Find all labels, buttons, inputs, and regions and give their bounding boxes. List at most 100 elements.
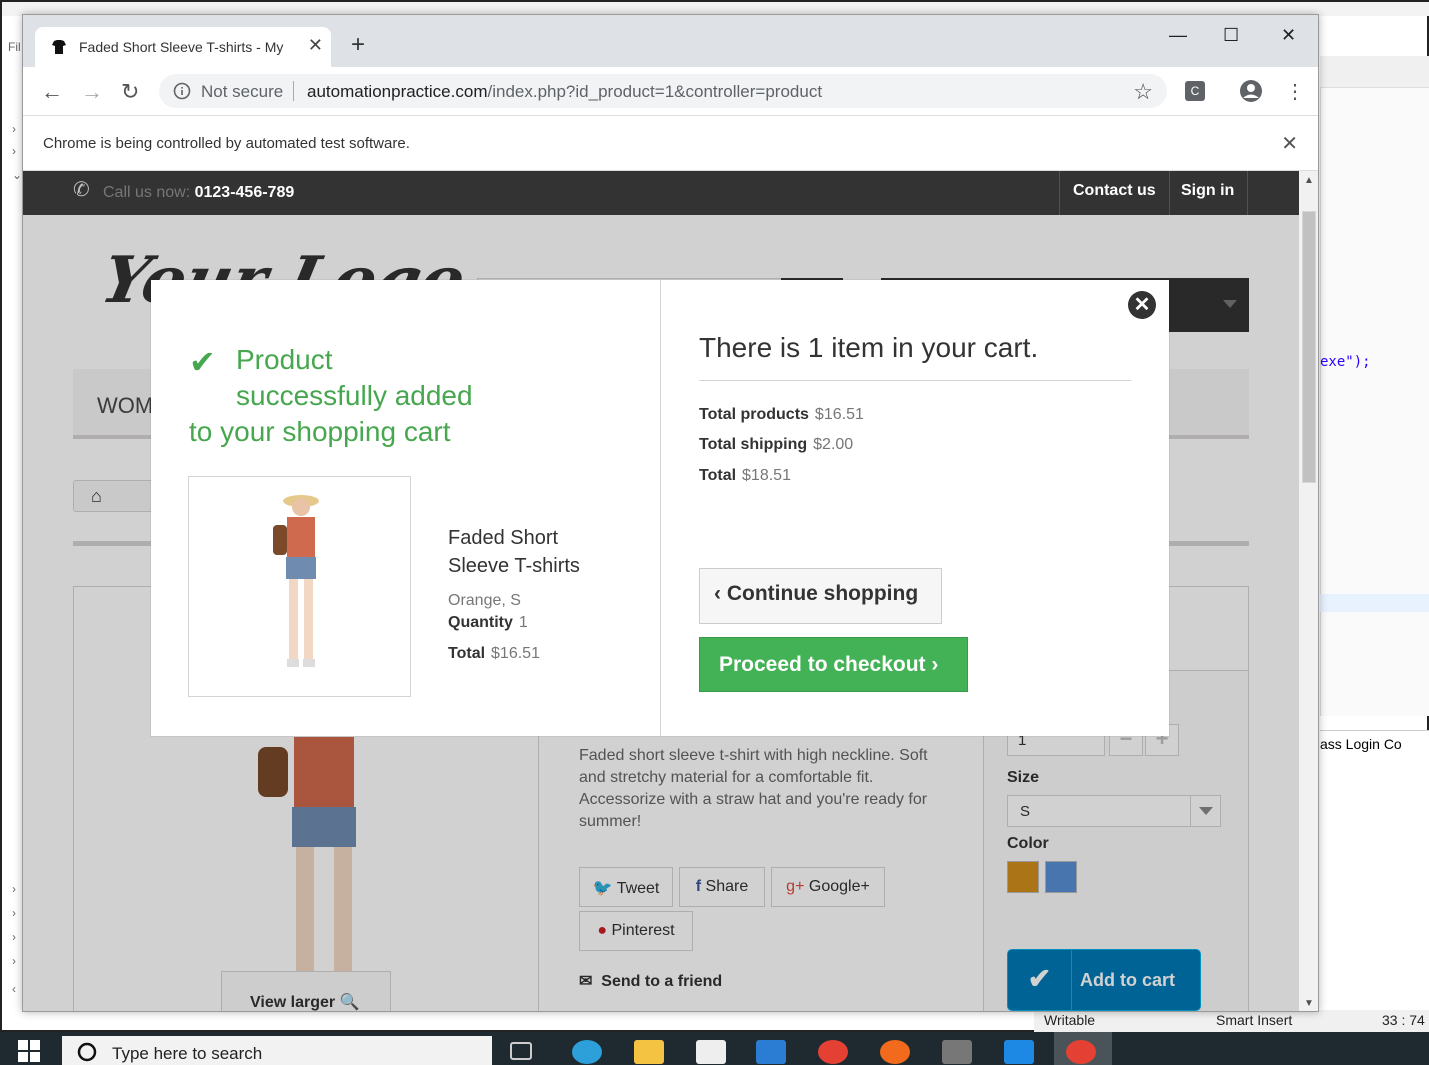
ide-code-line: exe"); [1320, 354, 1371, 370]
search-icon [77, 1042, 97, 1062]
chrome-active-icon[interactable] [1066, 1040, 1096, 1064]
windows-taskbar: Type here to search [0, 1032, 1429, 1065]
phone-icon: ✆ [73, 179, 90, 201]
address-separator [293, 81, 294, 101]
new-tab-button[interactable]: + [351, 33, 365, 57]
status-position: 33 : 74 [1382, 1012, 1425, 1028]
cart-summary-title: There is 1 item in your cart. [699, 332, 1039, 363]
bookmark-star-icon[interactable]: ☆ [1133, 79, 1153, 105]
ide-editor-pane [1320, 56, 1429, 716]
quantity-value: 1 [518, 614, 528, 631]
reload-icon[interactable]: ↻ [121, 79, 139, 105]
check-icon: ✔ [189, 344, 216, 380]
ide-bottom-tabs[interactable]: ass Login Co [1320, 736, 1402, 752]
store-icon[interactable] [696, 1040, 726, 1064]
product-quantity: Quantity 1 [448, 614, 528, 632]
product-total: Total $16.51 [448, 645, 540, 663]
taskbar-search-box[interactable]: Type here to search [62, 1036, 492, 1065]
app-icon[interactable] [1004, 1040, 1034, 1064]
extension-icon[interactable]: C [1185, 81, 1205, 101]
checkout-label: Proceed to checkout [719, 653, 926, 676]
profile-avatar-icon[interactable] [1239, 79, 1263, 103]
firefox-icon[interactable] [880, 1040, 910, 1064]
status-insert: Smart Insert [1216, 1012, 1293, 1028]
infobar-close-icon[interactable]: ✕ [1281, 131, 1298, 156]
page-scrollbar[interactable]: ▲ ▼ [1299, 171, 1318, 1011]
scroll-down-icon[interactable]: ▼ [1304, 998, 1314, 1009]
total-products-label: Total products [699, 406, 809, 423]
ide-left-gutter: Fil › › ⌄ › › › › ‹ [8, 40, 23, 996]
tab-title: Faded Short Sleeve T-shirts - My [79, 39, 284, 55]
header-divider [1247, 171, 1248, 215]
browser-toolbar: ← → ↻ Not secure automationpractice.com/… [23, 67, 1318, 115]
contact-us-link[interactable]: Contact us [1073, 182, 1156, 200]
header-divider [1169, 171, 1170, 215]
continue-shopping-label: Continue shopping [726, 582, 919, 605]
product-thumbnail-image [273, 495, 319, 667]
url-path: /index.php?id_product=1&controller=produ… [487, 82, 823, 101]
grand-total-value: $18.51 [742, 467, 791, 484]
status-writable: Writable [1044, 1012, 1096, 1028]
total-shipping-line: Total shipping $2.00 [699, 436, 853, 454]
chrome-icon[interactable] [818, 1040, 848, 1064]
close-window-button[interactable]: ✕ [1281, 25, 1296, 46]
forward-arrow-icon[interactable]: → [81, 79, 103, 105]
code-text: exe"); [1320, 354, 1371, 370]
task-view-icon[interactable] [510, 1042, 532, 1060]
chrome-window: Faded Short Sleeve T-shirts - My ✕ + — ☐… [22, 14, 1319, 1012]
scroll-up-icon[interactable]: ▲ [1304, 175, 1314, 186]
continue-shopping-button[interactable]: ‹ Continue shopping [699, 568, 942, 624]
edge-icon[interactable] [572, 1040, 602, 1064]
total-products-line: Total products $16.51 [699, 406, 864, 424]
url-text[interactable]: automationpractice.com/index.php?id_prod… [307, 82, 822, 102]
maximize-button[interactable]: ☐ [1223, 25, 1239, 46]
scroll-thumb[interactable] [1302, 211, 1316, 483]
call-label: Call us now: [103, 184, 195, 201]
minimize-button[interactable]: — [1169, 25, 1187, 46]
proceed-to-checkout-button[interactable]: Proceed to checkout › [699, 637, 968, 692]
ide-editor-bar [1320, 56, 1429, 88]
not-secure-label: Not secure [201, 82, 284, 101]
grand-total-line: Total $18.51 [699, 467, 791, 485]
product-name: Faded Short Sleeve T-shirts [448, 527, 580, 577]
infobar-text: Chrome is being controlled by automated … [43, 135, 410, 152]
product-total-label: Total [448, 645, 486, 662]
menu-kebab-icon[interactable]: ⋮ [1285, 79, 1305, 104]
automation-infobar: Chrome is being controlled by automated … [23, 115, 1318, 171]
sign-in-link[interactable]: Sign in [1181, 182, 1234, 200]
cart-confirmation-modal: ✔ Product successfully added to your sho… [151, 280, 1169, 736]
phone-number: 0123-456-789 [194, 184, 295, 201]
tab-close-icon[interactable]: ✕ [308, 35, 323, 56]
back-arrow-icon[interactable]: ← [41, 79, 63, 105]
site-header-bar: ✆ Call us now: 0123-456-789 Contact us S… [23, 171, 1299, 215]
tshirt-favicon-icon [52, 40, 66, 54]
modal-left-panel: ✔ Product successfully added to your sho… [151, 280, 660, 736]
grand-total-label: Total [699, 467, 737, 484]
product-attributes: Orange, S [448, 592, 521, 609]
modal-right-panel: There is 1 item in your cart. Total prod… [661, 280, 1169, 736]
ide-bottom-pane [1320, 730, 1429, 1010]
cart-summary-rule [699, 380, 1131, 381]
success-line-2: successfully added [236, 380, 473, 411]
product-total-value: $16.51 [491, 645, 540, 662]
chevron-right-icon: › [931, 653, 939, 676]
settings-gear-icon[interactable] [942, 1040, 972, 1064]
total-shipping-value: $2.00 [813, 436, 854, 453]
total-shipping-label: Total shipping [699, 436, 808, 453]
mail-icon[interactable] [756, 1040, 786, 1064]
ide-statusbar: Writable Smart Insert 33 : 74 [1034, 1010, 1429, 1034]
chevron-left-icon: ‹ [714, 582, 721, 605]
success-line-3: to your shopping cart [189, 416, 451, 447]
product-thumbnail [188, 476, 411, 697]
file-explorer-icon[interactable] [634, 1040, 664, 1064]
windows-start-icon[interactable] [18, 1040, 40, 1062]
header-divider [1059, 171, 1060, 215]
modal-close-icon[interactable]: ✕ [1128, 291, 1156, 319]
taskbar-search-placeholder: Type here to search [112, 1044, 263, 1063]
success-line-1: Product [236, 344, 333, 375]
address-bar[interactable]: Not secure automationpractice.com/index.… [159, 74, 1167, 108]
page-viewport: ✆ Call us now: 0123-456-789 Contact us S… [23, 171, 1299, 1011]
info-icon[interactable] [173, 82, 191, 100]
url-host: automationpractice.com [307, 82, 488, 101]
browser-tab[interactable]: Faded Short Sleeve T-shirts - My ✕ [35, 27, 331, 67]
